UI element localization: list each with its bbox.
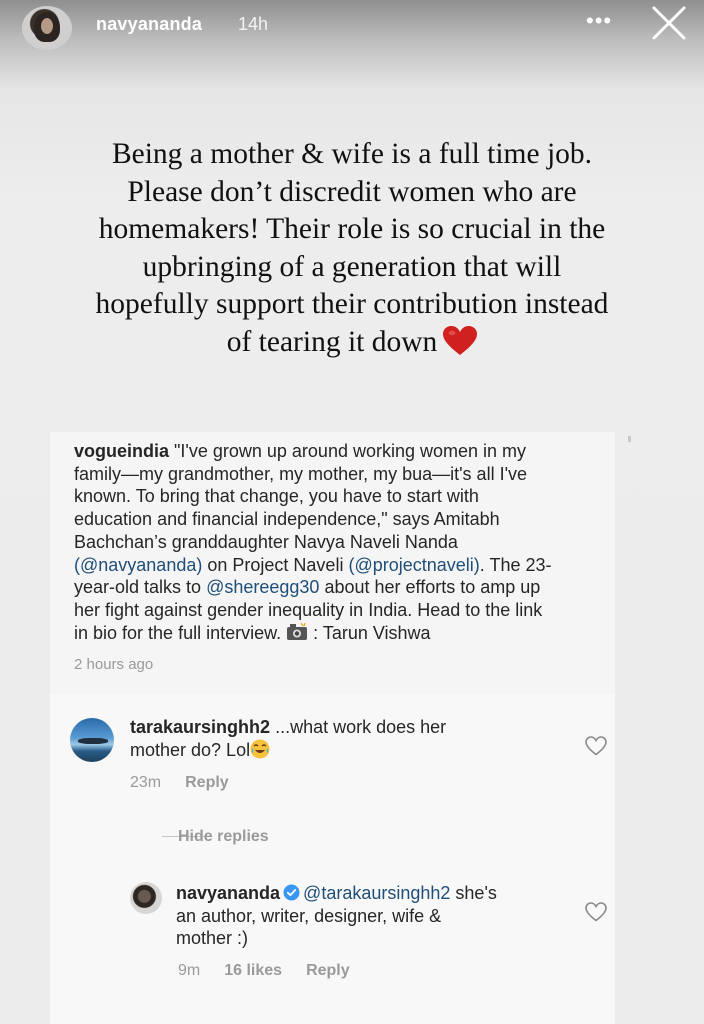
reply-reply-button[interactable]: Reply — [306, 962, 350, 979]
comment-text: tarakaursinghh2 ...what work does her mo… — [130, 716, 570, 761]
story-line: of tearing it down — [226, 325, 438, 358]
story-username[interactable]: navyananda — [96, 14, 202, 35]
reply-time: 9m — [178, 962, 201, 979]
comment-username[interactable]: tarakaursinghh2 — [130, 717, 270, 737]
caption-line: about her efforts to amp up — [324, 577, 541, 598]
caption-line: on Project Naveli — [207, 554, 344, 575]
caption-line: . The 23- — [479, 554, 552, 575]
caption-line: education and financial independence," s… — [74, 509, 500, 530]
reply-meta: 9m 16 likes Reply — [178, 962, 374, 980]
story-line: upbringing of a generation that will — [142, 250, 562, 283]
post-caption: vogueindia "I've grown up around working… — [74, 440, 614, 644]
reply-likes[interactable]: 16 likes — [224, 962, 282, 979]
commenter-avatar[interactable] — [70, 718, 114, 762]
caption-time: 2 hours ago — [74, 656, 154, 673]
caption-line: in bio for the full interview. — [74, 622, 282, 643]
reply-username[interactable]: navyananda — [176, 883, 280, 903]
comment-meta: 23m Reply — [130, 774, 253, 792]
story-header: navyananda 14h ••• — [0, 0, 704, 60]
hide-replies-button[interactable]: Hide replies — [178, 828, 269, 846]
close-icon[interactable] — [650, 4, 688, 42]
caption-line: family—my grandmother, my mother, my bua… — [74, 463, 528, 484]
mention-navyananda[interactable]: (@navyananda) — [74, 555, 202, 575]
story-line: Being a mother & wife is a full time job… — [111, 138, 593, 170]
mention-projectnaveli[interactable]: (@projectnaveli) — [348, 555, 479, 575]
heart-emoji-icon — [443, 325, 478, 355]
caption-line: year-old talks to — [74, 577, 202, 598]
comment-line: mother do? Lol — [130, 739, 251, 760]
caption-line: "I've grown up around working women in m… — [174, 441, 527, 461]
story-time: 14h — [238, 14, 269, 34]
caption-line: known. To bring that change, you have to… — [74, 486, 479, 507]
verified-badge-icon — [283, 884, 300, 901]
post-screenshot-card: vogueindia "I've grown up around working… — [50, 432, 615, 1024]
reply-line: she's — [455, 883, 497, 903]
caption-block: vogueindia "I've grown up around working… — [50, 432, 615, 694]
reply-mention[interactable]: @tarakaursinghh2 — [303, 883, 450, 903]
caption-line: : Tarun Vishwa — [313, 622, 431, 643]
laughing-emoji-icon — [250, 739, 270, 759]
story-line: hopefully support their contribution ins… — [95, 288, 609, 320]
caption-line: Bachchan’s granddaughter Navya Naveli Na… — [74, 531, 458, 552]
comment-line: ...what work does her — [275, 717, 447, 737]
comment-time: 23m — [130, 774, 162, 791]
reply-line: mother :) — [176, 928, 249, 949]
more-dots-icon[interactable]: ••• — [586, 8, 612, 34]
reply-text: navyananda @tarakaursinghh2 she's an auth… — [176, 882, 596, 950]
story-avatar[interactable] — [22, 6, 72, 50]
camera-emoji-icon — [287, 622, 308, 640]
reply-like-heart-icon[interactable] — [585, 902, 607, 922]
story-line-last: of tearing it down — [20, 324, 684, 362]
like-heart-icon[interactable] — [585, 736, 607, 756]
mention-shereegg30[interactable]: @shereegg30 — [206, 577, 319, 597]
reply-line: an author, writer, designer, wife & — [176, 905, 442, 926]
reply-avatar[interactable] — [130, 882, 162, 914]
scroll-indicator — [628, 436, 631, 442]
story-line: homemakers! Their role is so crucial in … — [98, 213, 606, 245]
story-text: Being a mother & wife is a full time job… — [20, 136, 684, 361]
caption-line: her fight against gender inequality in I… — [74, 599, 543, 620]
reply-button[interactable]: Reply — [185, 774, 229, 791]
story-line: Please don’t discredit women who are — [127, 175, 577, 208]
caption-author[interactable]: vogueindia — [74, 441, 169, 461]
